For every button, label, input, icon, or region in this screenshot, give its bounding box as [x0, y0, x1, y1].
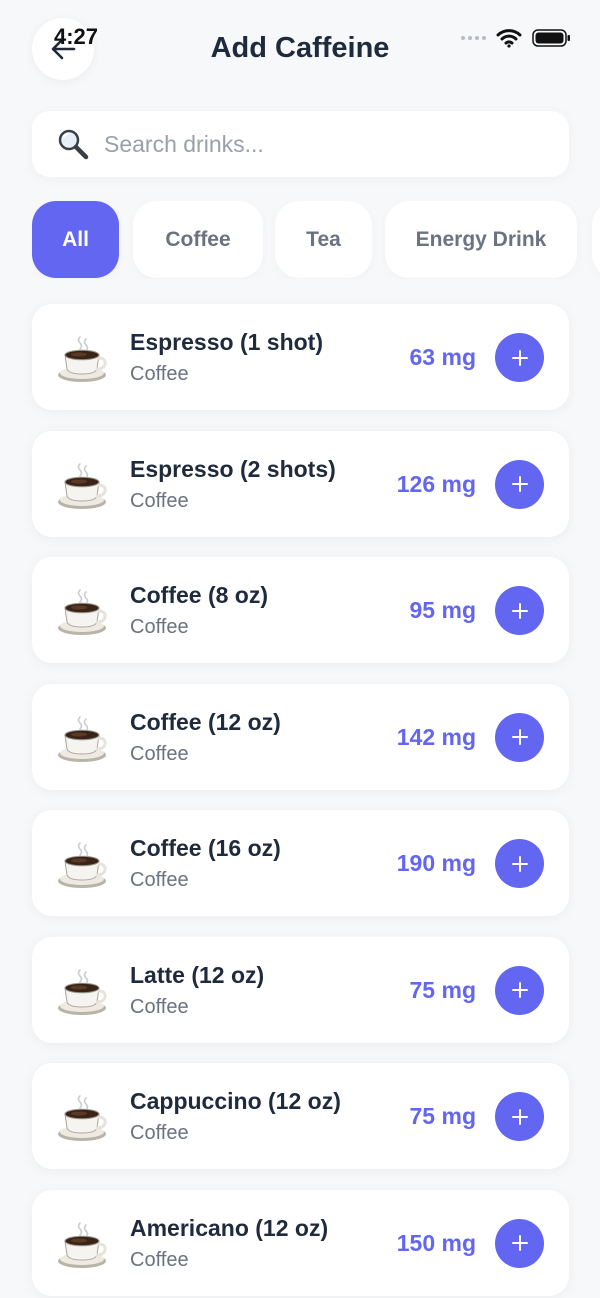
- search-icon: [58, 129, 89, 160]
- drink-card[interactable]: Cappuccino (12 oz) Coffee 75 mg: [32, 1063, 569, 1169]
- coffee-cup-icon: [58, 336, 107, 382]
- drink-name: Espresso (1 shot): [130, 329, 323, 355]
- filter-chip-all[interactable]: All: [32, 201, 119, 278]
- coffee-cup-icon: [58, 1095, 107, 1141]
- plus-icon: [511, 982, 528, 998]
- plus-icon: [511, 476, 528, 492]
- drink-category: Coffee: [130, 363, 189, 385]
- filter-chip-energy-drink[interactable]: Energy Drink: [385, 201, 577, 278]
- drink-category: Coffee: [130, 742, 189, 765]
- drink-card[interactable]: Coffee (12 oz) Coffee 142 mg: [32, 683, 569, 790]
- add-drink-button[interactable]: [495, 1218, 544, 1268]
- drink-name: Cappuccino (12 oz): [130, 1088, 341, 1114]
- filter-chip-label: Energy Drink: [415, 227, 547, 251]
- add-caffeine-screen: 4:27 Add Caffeine All: [0, 0, 600, 1298]
- add-drink-button[interactable]: [495, 586, 544, 635]
- search-input[interactable]: [104, 130, 524, 158]
- caffeine-amount: 95 mg: [409, 597, 476, 623]
- drink-name: Coffee (16 oz): [130, 835, 281, 861]
- plus-icon: [511, 1108, 528, 1125]
- coffee-cup-icon: [58, 1221, 107, 1268]
- page-title: Add Caffeine: [210, 32, 390, 64]
- search-bar[interactable]: [32, 111, 569, 177]
- add-drink-button[interactable]: [495, 333, 544, 382]
- caffeine-amount: 126 mg: [396, 470, 476, 497]
- filter-chip-label: All: [62, 227, 89, 251]
- filter-chip-coffee[interactable]: Coffee: [133, 201, 263, 278]
- drink-name: Americano (12 oz): [130, 1214, 329, 1241]
- drink-name: Latte (12 oz): [130, 961, 265, 988]
- coffee-cup-icon: [58, 589, 107, 635]
- drink-name: Coffee (8 oz): [130, 582, 268, 608]
- drink-card[interactable]: Latte (12 oz) Coffee 75 mg: [32, 936, 569, 1043]
- plus-icon: [511, 729, 528, 745]
- drink-list: Espresso (1 shot) Coffee 63 mg Espresso …: [32, 304, 569, 1298]
- drink-category: Coffee: [130, 616, 189, 638]
- drink-category: Coffee: [130, 1122, 189, 1144]
- plus-icon: [511, 349, 528, 366]
- add-drink-button[interactable]: [495, 459, 544, 509]
- plus-icon: [511, 1235, 528, 1251]
- add-drink-button[interactable]: [495, 839, 544, 888]
- coffee-cup-icon: [58, 462, 107, 509]
- caffeine-amount: 142 mg: [396, 723, 476, 750]
- drink-name: Espresso (2 shots): [130, 455, 336, 482]
- caffeine-amount: 75 mg: [409, 976, 476, 1003]
- coffee-cup-icon: [58, 715, 107, 762]
- filter-chip-more[interactable]: [592, 201, 600, 278]
- coffee-cup-icon: [58, 842, 107, 888]
- plus-icon: [511, 855, 528, 872]
- caffeine-amount: 150 mg: [396, 1229, 476, 1256]
- drink-category: Coffee: [130, 489, 189, 512]
- drink-card[interactable]: Americano (12 oz) Coffee 150 mg: [32, 1189, 569, 1296]
- coffee-cup-icon: [58, 968, 107, 1015]
- caffeine-amount: 190 mg: [396, 850, 476, 876]
- category-filter-chips: All Coffee Tea Energy Drink: [32, 201, 600, 279]
- drink-category: Coffee: [130, 869, 189, 891]
- add-drink-button[interactable]: [495, 1092, 544, 1141]
- filter-chip-tea[interactable]: Tea: [275, 201, 372, 278]
- caffeine-amount: 75 mg: [409, 1103, 476, 1129]
- drink-card[interactable]: Coffee (16 oz) Coffee 190 mg: [32, 810, 569, 916]
- drink-name: Coffee (12 oz): [130, 708, 281, 735]
- drink-category: Coffee: [130, 995, 189, 1018]
- filter-chip-label: Tea: [306, 227, 341, 251]
- drink-card[interactable]: Espresso (1 shot) Coffee 63 mg: [32, 304, 569, 410]
- filter-chip-label: Coffee: [165, 227, 231, 251]
- add-drink-button[interactable]: [495, 712, 544, 762]
- drink-card[interactable]: Espresso (2 shots) Coffee 126 mg: [32, 430, 569, 537]
- drink-category: Coffee: [130, 1248, 189, 1271]
- plus-icon: [511, 602, 528, 619]
- caffeine-amount: 63 mg: [409, 344, 476, 370]
- drink-card[interactable]: Coffee (8 oz) Coffee 95 mg: [32, 557, 569, 663]
- add-drink-button[interactable]: [495, 965, 544, 1015]
